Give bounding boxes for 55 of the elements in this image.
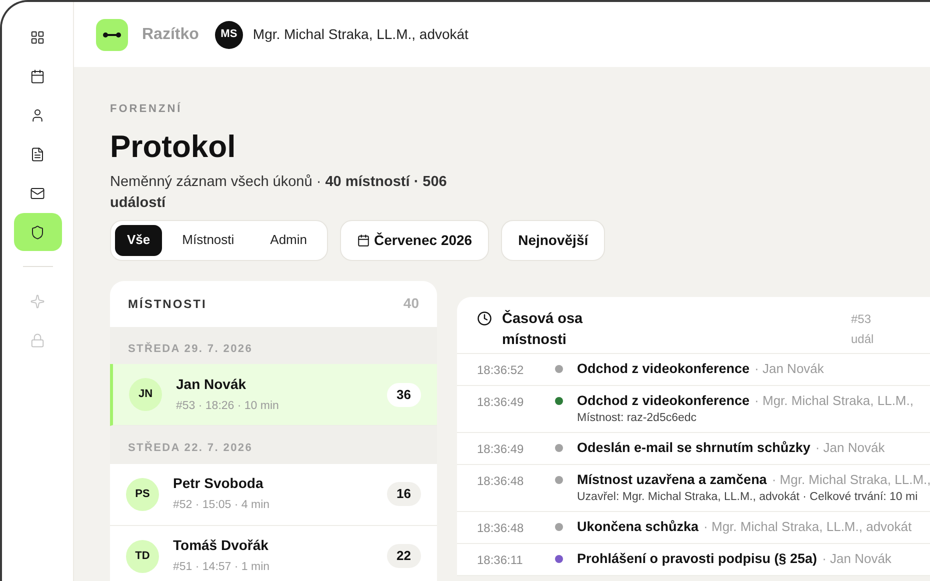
event-detail: Místnost: raz-2d5c6edc: [577, 410, 698, 426]
event-count-badge: 16: [386, 482, 421, 506]
event-time: 18:36:48: [477, 520, 525, 536]
room-name: Jan Novák: [176, 374, 248, 394]
room-item[interactable]: TD Tomáš Dvořák #51 · 14:57 · 1 min 22: [110, 526, 437, 581]
event-actor: · Mgr. Michal Straka, LL.M.,: [754, 392, 914, 410]
room-meta: #51 · 14:57 · 1 min: [173, 560, 271, 576]
room-name: Petr Svoboda: [173, 474, 264, 494]
room-avatar: PS: [126, 478, 159, 510]
room-item[interactable]: JN Jan Novák #53 · 18:26 · 10 min 36: [110, 364, 437, 426]
sort-button[interactable]: Nejnovější: [501, 220, 606, 260]
brand-name: Razítko: [142, 24, 199, 44]
filter-tab[interactable]: Vše: [115, 224, 162, 256]
event-title: Ukončena schůzka: [577, 518, 699, 536]
room-reference-subtitle: udál: [851, 330, 874, 348]
event-title: Prohlášení o pravosti podpisu (§ 25a): [577, 550, 818, 568]
room-reference: #53: [851, 310, 872, 328]
page-eyebrow: FORENZNÍ: [110, 101, 184, 117]
panel-title: MÍSTNOSTI: [128, 296, 207, 312]
room-count: 40: [403, 294, 419, 313]
room-meta: #53 · 18:26 · 10 min: [176, 398, 280, 414]
user-name: Mgr. Michal Straka, LL.M., advokát: [252, 25, 468, 44]
event-time: 18:36:49: [477, 394, 525, 410]
date-heading: STŘEDA 22. 7. 2026: [127, 440, 254, 456]
event-actor: · Mgr. Michal Straka, LL.M., advokát: [704, 518, 912, 536]
event-title: Odeslán e-mail se shrnutím schůzky: [577, 438, 810, 456]
room-name: Tomáš Dvořák: [173, 536, 270, 556]
calendar-icon: [357, 234, 370, 246]
brand-logo: [96, 18, 128, 50]
event-actor: · Jan Novák: [815, 438, 885, 456]
room-meta: #52 · 15:05 · 4 min: [173, 498, 271, 514]
user-avatar: MS: [214, 20, 243, 48]
room-item[interactable]: PS Petr Svoboda #52 · 15:05 · 4 min 16: [110, 464, 437, 526]
room-avatar: JN: [129, 378, 162, 411]
timeline-title: Časová osa místnosti: [502, 309, 584, 350]
event-title: Odchod z videokonference: [577, 392, 750, 410]
month-button[interactable]: Červenec 2026: [340, 220, 490, 260]
event-actor: · Mgr. Michal Straka, LL.M.,: [772, 470, 930, 488]
filter-tab[interactable]: Místnosti: [166, 224, 250, 256]
page-title: Protokol: [110, 128, 237, 166]
event-time: 18:36:52: [477, 362, 525, 378]
room-avatar: TD: [126, 540, 159, 572]
event-title: Odchod z videokonference: [577, 360, 750, 378]
event-count-badge: 36: [386, 382, 421, 406]
event-time: 18:36:11: [477, 552, 524, 568]
filter-tab[interactable]: Admin: [254, 224, 324, 256]
event-actor: · Jan Novák: [822, 550, 892, 568]
event-count-badge: 22: [386, 544, 421, 568]
event-actor: · Jan Novák: [754, 360, 824, 378]
event-time: 18:36:49: [477, 440, 525, 458]
date-heading: STŘEDA 29. 7. 2026: [127, 341, 254, 356]
page-subtitle: Neměnný záznam všech úkonů · 40 místností · 506 událostí: [110, 172, 448, 212]
event-title: Místnost uzavřena a zamčena: [577, 470, 767, 488]
event-time: 18:36:48: [477, 472, 525, 490]
clock-icon: [477, 310, 492, 326]
